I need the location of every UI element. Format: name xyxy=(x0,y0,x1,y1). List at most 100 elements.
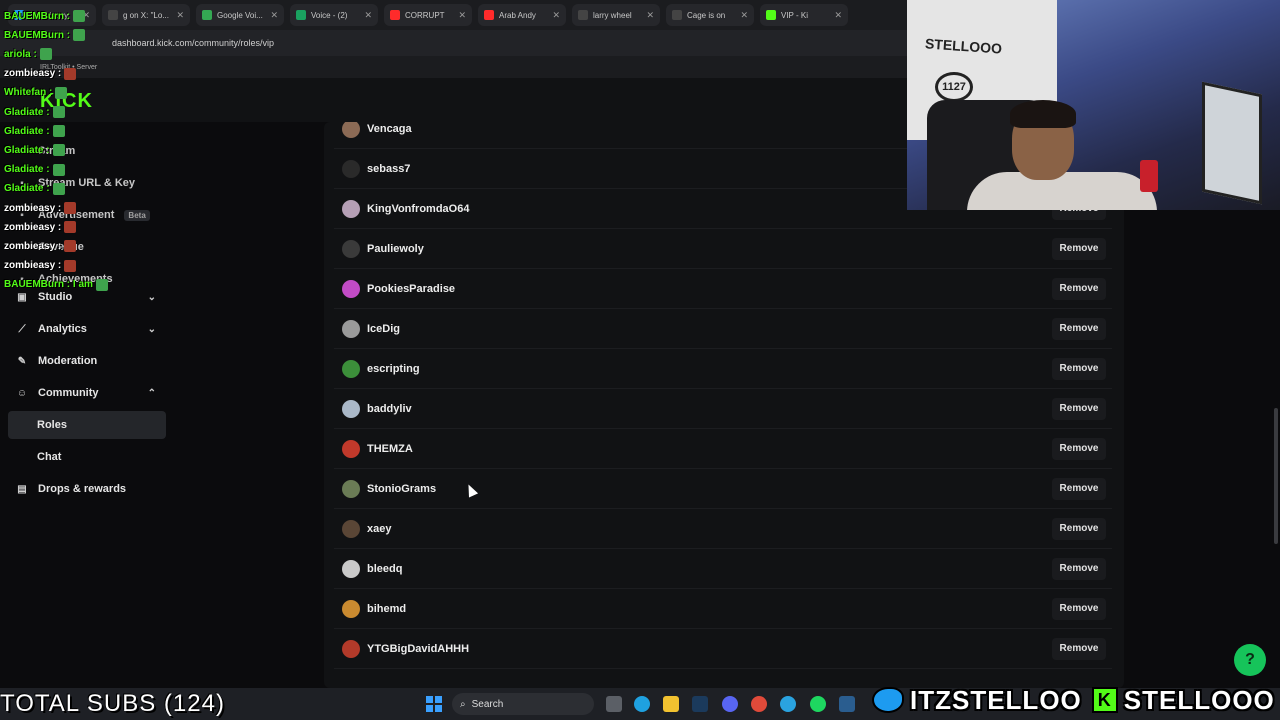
edge-icon[interactable] xyxy=(634,696,650,712)
avatar xyxy=(342,122,360,138)
tab-favicon-icon xyxy=(766,10,776,20)
steam-icon[interactable] xyxy=(839,696,855,712)
browser-tab[interactable]: VIP - Ki ✕ xyxy=(760,4,848,26)
gift-icon: ▤ xyxy=(17,483,27,495)
browser-tab[interactable]: Cage is on ✕ xyxy=(666,4,754,26)
close-icon[interactable]: ✕ xyxy=(740,10,748,21)
remove-button[interactable]: Remove xyxy=(1052,237,1106,260)
avatar xyxy=(342,359,360,378)
sidebar-item-moderation[interactable]: ✎ Moderation xyxy=(8,347,166,375)
webcam-monitor xyxy=(1202,81,1262,205)
emote-icon xyxy=(55,86,68,99)
browser-tab[interactable]: CORRUPT ✕ xyxy=(384,4,472,26)
webcam-box-number: 1127 xyxy=(935,72,973,102)
chat-message: BAUEMBurn : I am xyxy=(4,277,108,293)
tab-favicon-icon xyxy=(484,10,494,20)
tab-favicon-icon xyxy=(390,10,400,20)
close-icon[interactable]: ✕ xyxy=(176,10,184,21)
browser-tab[interactable]: larry wheel ✕ xyxy=(572,4,660,26)
page-scrollbar[interactable] xyxy=(1274,408,1278,544)
username: YTGBigDavidAHHH xyxy=(367,642,470,655)
sidebar-item-label: Moderation xyxy=(38,355,98,367)
username: PookiesParadise xyxy=(367,282,456,295)
table-row: xaey Remove xyxy=(334,509,1112,549)
remove-button[interactable]: Remove xyxy=(1052,277,1106,300)
sidebar-item-chat[interactable]: Chat xyxy=(8,443,166,471)
remove-button[interactable]: Remove xyxy=(1052,557,1106,580)
tab-title: Arab Andy xyxy=(499,10,536,20)
chat-username: Gladiate : xyxy=(4,125,50,137)
help-button[interactable]: ? xyxy=(1234,644,1266,676)
emote-icon xyxy=(73,29,86,42)
kick-icon: K xyxy=(1091,687,1118,713)
close-icon[interactable]: ✕ xyxy=(646,10,654,21)
close-icon[interactable]: ✕ xyxy=(270,10,278,21)
chat-username: BAUEMBurn : I am xyxy=(4,279,93,291)
remove-button[interactable]: Remove xyxy=(1052,437,1106,460)
tab-favicon-icon xyxy=(672,10,682,20)
kick-handle-text: STELLOOO xyxy=(1123,684,1275,715)
chat-username: zombieasy : xyxy=(4,202,62,214)
sidebar-item-label: Drops & rewards xyxy=(38,483,127,495)
tab-favicon-icon xyxy=(296,10,306,20)
table-row: IceDig Remove xyxy=(334,309,1112,349)
discord-icon[interactable] xyxy=(722,696,738,712)
username: escripting xyxy=(367,362,420,375)
webcam-person-hair xyxy=(1010,100,1076,128)
remove-button[interactable]: Remove xyxy=(1052,357,1106,380)
chat-message: Gladiate : xyxy=(4,181,65,197)
chart-icon: ⟋ xyxy=(18,323,26,335)
chat-username: Gladiate : xyxy=(4,106,50,118)
search-icon: ⌕ xyxy=(460,698,466,710)
folder-icon[interactable] xyxy=(663,696,679,712)
close-icon[interactable]: ✕ xyxy=(552,10,560,21)
sidebar-item-drops[interactable]: ▤ Drops & rewards xyxy=(8,475,166,503)
chrome-icon[interactable] xyxy=(751,696,767,712)
remove-button[interactable]: Remove xyxy=(1052,637,1106,660)
emote-icon xyxy=(73,10,86,22)
sidebar-item-community[interactable]: ☺ Community ⌃ xyxy=(8,379,166,407)
taskbar-app-icon[interactable] xyxy=(606,696,622,712)
browser-tab[interactable]: Google Voi... ✕ xyxy=(196,4,284,26)
username: bihemd xyxy=(367,602,407,615)
avatar xyxy=(342,519,360,538)
taskbar-search-label: Search xyxy=(471,698,504,710)
username: KingVonfromdaO64 xyxy=(367,202,470,215)
remove-button[interactable]: Remove xyxy=(1052,397,1106,420)
browser-tab[interactable]: Voice - (2) ✕ xyxy=(290,4,378,26)
username: xaey xyxy=(367,522,392,535)
remove-button[interactable]: Remove xyxy=(1052,517,1106,540)
close-icon[interactable]: ✕ xyxy=(458,10,466,21)
taskbar-search[interactable]: ⌕ Search xyxy=(452,693,594,715)
avatar xyxy=(342,399,360,418)
table-row: bihemd Remove xyxy=(334,589,1112,629)
close-icon[interactable]: ✕ xyxy=(834,10,842,21)
close-icon[interactable]: ✕ xyxy=(364,10,372,21)
chat-username: Whitefan : xyxy=(4,87,53,99)
users-icon: ☺ xyxy=(16,387,28,399)
username: StonioGrams xyxy=(367,482,437,495)
remove-button[interactable]: Remove xyxy=(1052,477,1106,500)
chat-message: zombieasy : xyxy=(4,66,77,82)
chevron-down-icon: ⌄ xyxy=(147,323,156,335)
spotify-icon[interactable] xyxy=(810,696,826,712)
table-row: bleedq Remove xyxy=(334,549,1112,589)
username: THEMZA xyxy=(367,442,413,455)
username: Vencaga xyxy=(367,122,412,135)
remove-button[interactable]: Remove xyxy=(1052,597,1106,620)
sidebar-item-roles[interactable]: Roles xyxy=(8,411,166,439)
emote-icon xyxy=(64,221,77,234)
emote-icon xyxy=(52,125,65,138)
windows-start-icon[interactable] xyxy=(426,696,442,712)
table-row: YTGBigDavidAHHH Remove xyxy=(334,629,1112,669)
tab-title: Cage is on xyxy=(687,10,726,20)
remove-button[interactable]: Remove xyxy=(1052,317,1106,340)
telegram-icon[interactable] xyxy=(780,696,796,712)
chat-username: Gladiate : xyxy=(4,164,50,176)
sidebar-item-label: Chat xyxy=(37,451,62,463)
steam-icon[interactable] xyxy=(692,696,708,712)
sidebar-item-label: Roles xyxy=(37,419,67,431)
sidebar-item-analytics[interactable]: ⟋ Analytics ⌄ xyxy=(8,315,166,343)
browser-tab[interactable]: Arab Andy ✕ xyxy=(478,4,566,26)
table-row: THEMZA Remove xyxy=(334,429,1112,469)
